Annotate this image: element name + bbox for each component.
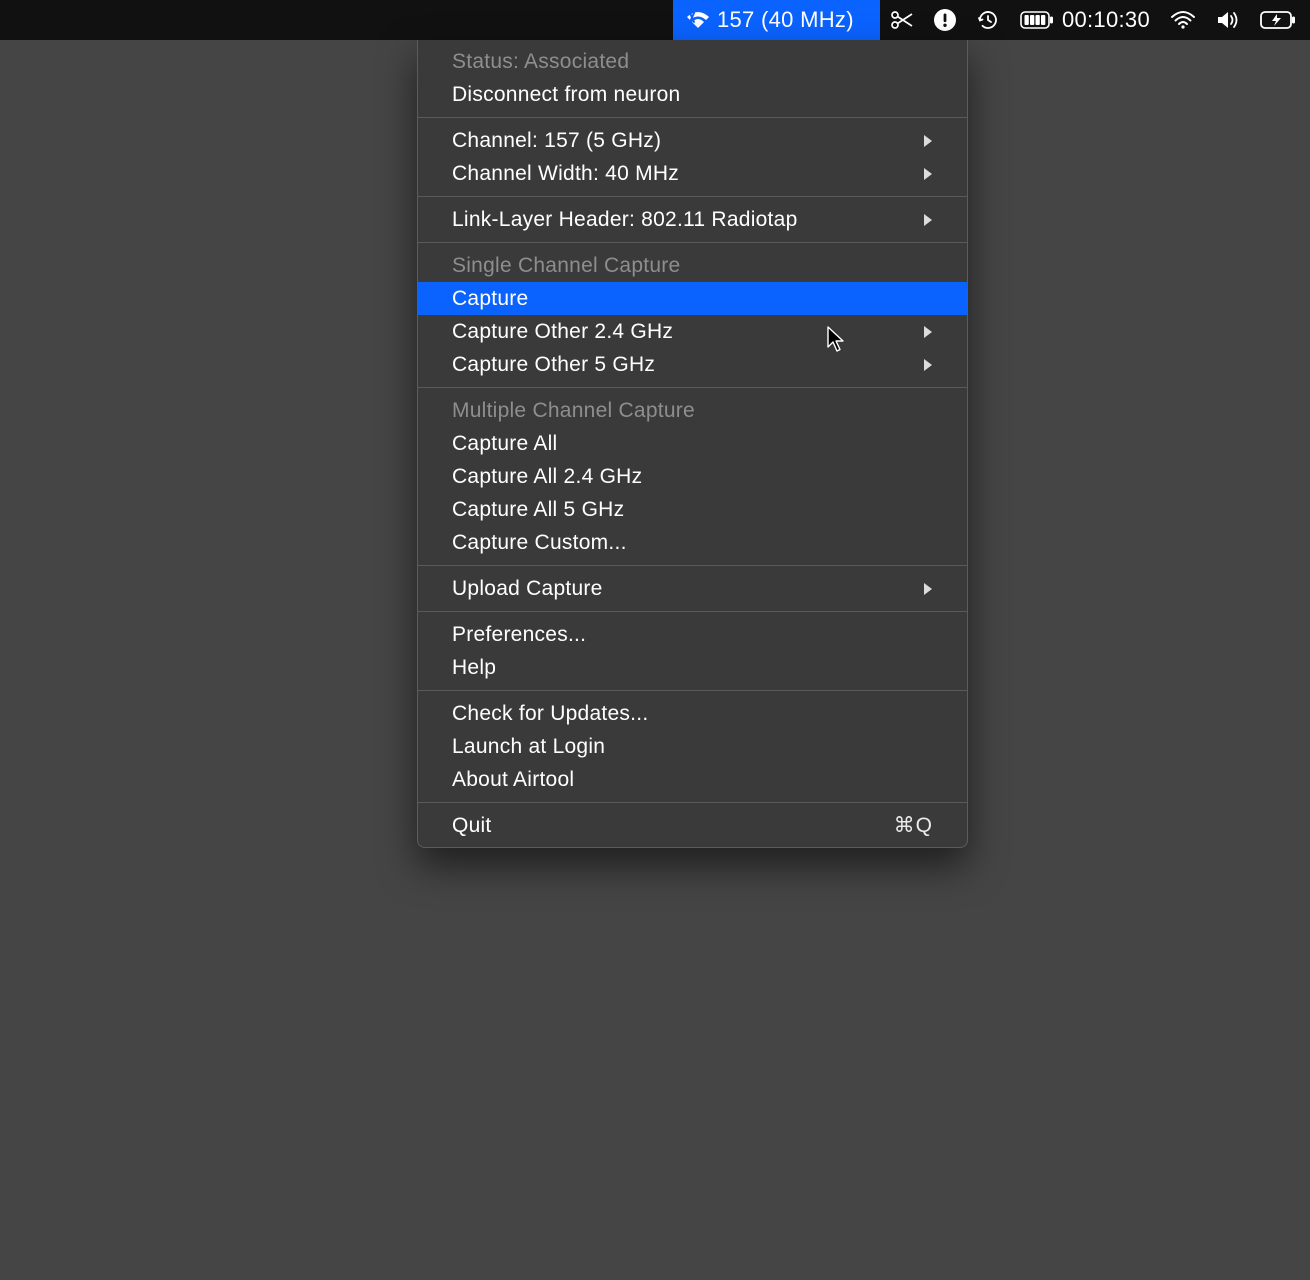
alert-circle-icon	[934, 9, 956, 31]
menu-upload-capture[interactable]: Upload Capture	[418, 572, 967, 605]
scissors-icon	[890, 11, 914, 29]
menu-check-updates[interactable]: Check for Updates...	[418, 697, 967, 730]
menu-launch-login[interactable]: Launch at Login	[418, 730, 967, 763]
alert-menubar-item[interactable]	[924, 0, 966, 40]
menu-multi-cap-header: Multiple Channel Capture	[418, 394, 967, 427]
menu-separator	[418, 117, 967, 118]
menu-capture[interactable]: Capture	[418, 282, 967, 315]
menu-link-layer[interactable]: Link-Layer Header: 802.11 Radiotap	[418, 203, 967, 236]
battery-time-label: 00:10:30	[1062, 7, 1150, 33]
wifi-menubar-item[interactable]	[1160, 0, 1206, 40]
chevron-right-icon	[923, 213, 933, 227]
airtool-menubar-item[interactable]: 157 (40 MHz)	[673, 0, 880, 40]
menu-separator	[418, 387, 967, 388]
chevron-right-icon	[923, 325, 933, 339]
menu-quit-shortcut: ⌘Q	[894, 813, 933, 838]
menubar: 157 (40 MHz)	[673, 0, 1310, 40]
menu-about[interactable]: About Airtool	[418, 763, 967, 796]
menu-channel[interactable]: Channel: 157 (5 GHz)	[418, 124, 967, 157]
chevron-right-icon	[923, 582, 933, 596]
chevron-right-icon	[923, 167, 933, 181]
backup-clock-icon	[976, 8, 1000, 32]
battery-charging-icon	[1260, 10, 1296, 30]
menu-disconnect[interactable]: Disconnect from neuron	[418, 78, 967, 111]
airtool-dropdown-menu: Status: Associated Disconnect from neuro…	[417, 40, 968, 848]
menu-capture-other-24[interactable]: Capture Other 2.4 GHz	[418, 315, 967, 348]
chevron-right-icon	[923, 358, 933, 372]
menu-separator	[418, 196, 967, 197]
menu-capture-other-5[interactable]: Capture Other 5 GHz	[418, 348, 967, 381]
menu-single-cap-header: Single Channel Capture	[418, 249, 967, 282]
scissors-menubar-item[interactable]	[880, 0, 924, 40]
timemachine-menubar-item[interactable]	[966, 0, 1010, 40]
menu-capture-all-24[interactable]: Capture All 2.4 GHz	[418, 460, 967, 493]
airtool-menubar-label: 157 (40 MHz)	[717, 7, 854, 33]
wifi-icon	[1170, 10, 1196, 30]
menu-status: Status: Associated	[418, 45, 967, 78]
charging-menubar-item[interactable]	[1250, 0, 1310, 40]
menu-separator	[418, 611, 967, 612]
menu-capture-custom[interactable]: Capture Custom...	[418, 526, 967, 559]
battery-full-icon	[1020, 11, 1054, 29]
airtool-wifi-icon	[685, 10, 711, 30]
menu-separator	[418, 565, 967, 566]
menu-separator	[418, 802, 967, 803]
menu-capture-all-5[interactable]: Capture All 5 GHz	[418, 493, 967, 526]
menu-preferences[interactable]: Preferences...	[418, 618, 967, 651]
menu-help[interactable]: Help	[418, 651, 967, 684]
menu-separator	[418, 690, 967, 691]
menu-capture-all[interactable]: Capture All	[418, 427, 967, 460]
menu-separator	[418, 242, 967, 243]
speaker-icon	[1216, 10, 1240, 30]
menu-quit[interactable]: Quit ⌘Q	[418, 809, 967, 842]
menu-channel-width[interactable]: Channel Width: 40 MHz	[418, 157, 967, 190]
chevron-right-icon	[923, 134, 933, 148]
volume-menubar-item[interactable]	[1206, 0, 1250, 40]
battery-menubar-item[interactable]: 00:10:30	[1010, 0, 1160, 40]
